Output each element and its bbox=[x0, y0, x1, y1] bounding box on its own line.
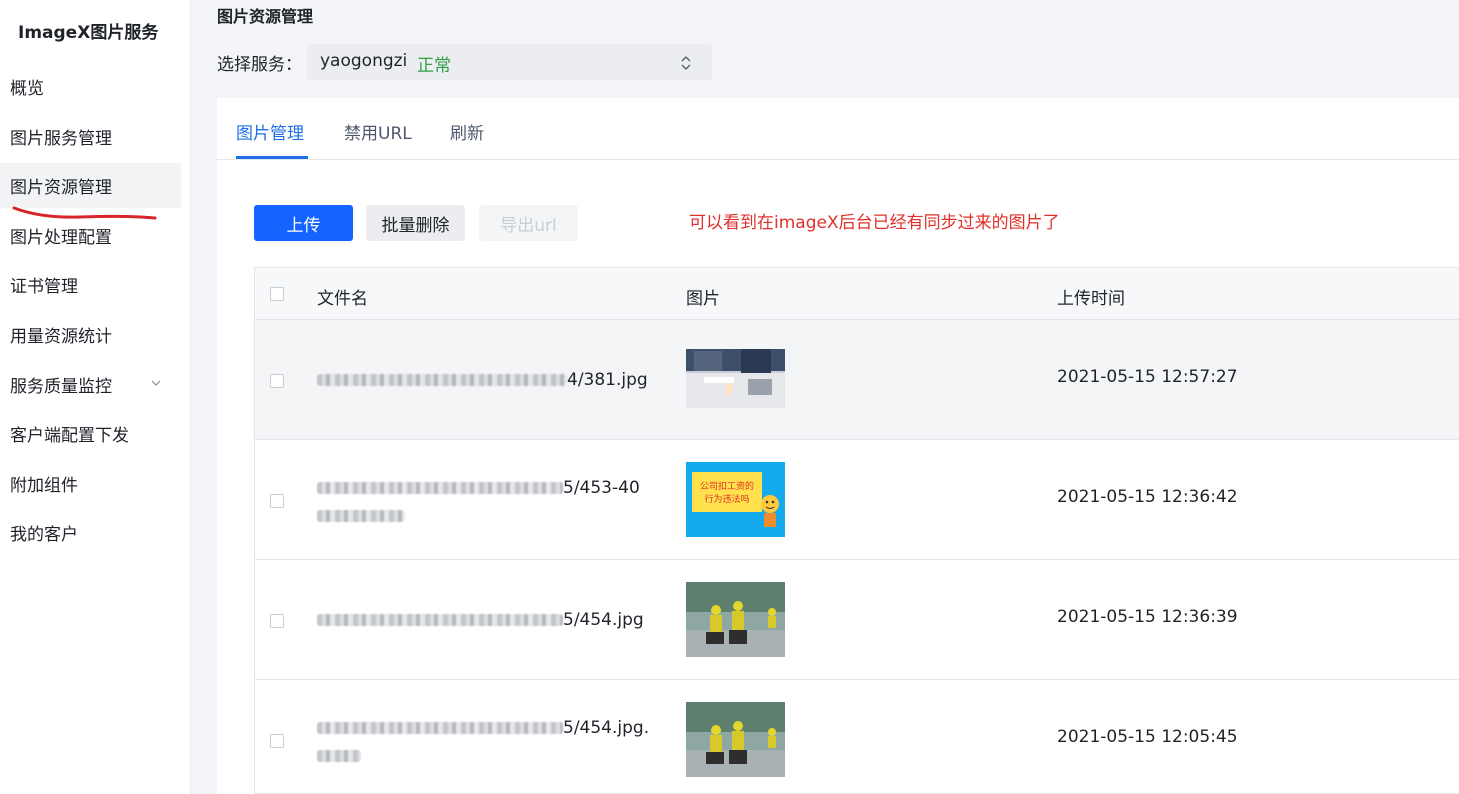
service-name: yaogongzi bbox=[320, 51, 408, 71]
sidebar-item-usage-stats[interactable]: 用量资源统计 bbox=[0, 312, 191, 357]
sidebar-item-overview[interactable]: 概览 bbox=[0, 64, 191, 109]
row-checkbox[interactable] bbox=[270, 494, 284, 508]
image-thumbnail[interactable] bbox=[686, 702, 785, 777]
image-thumbnail[interactable] bbox=[686, 349, 785, 408]
export-url-button[interactable]: 导出url bbox=[479, 205, 578, 241]
annotation-text: 可以看到在imageX后台已经有同步过来的图片了 bbox=[689, 213, 1060, 233]
annotation-underline bbox=[12, 206, 157, 220]
table-row[interactable]: 5/453-40 公司扣工资的 行为违法吗 2021-05-15 12:36:4… bbox=[255, 440, 1459, 560]
redacted-path bbox=[317, 750, 361, 762]
content-panel: 图片管理 禁用URL 刷新 上传 批量删除 导出url 可以看到在imageX后… bbox=[217, 98, 1459, 794]
table-row[interactable]: 5/454.jpg 2021-05-15 12:36:39 bbox=[255, 560, 1459, 680]
sidebar-item-label: 服务质量监控 bbox=[10, 376, 112, 397]
thumb-text: 公司扣工资的 bbox=[700, 480, 754, 492]
sidebar-item-addons[interactable]: 附加组件 bbox=[0, 461, 191, 506]
sidebar-item-image-service[interactable]: 图片服务管理 bbox=[0, 114, 191, 159]
service-select-label: 选择服务： bbox=[217, 55, 302, 75]
upload-button[interactable]: 上传 bbox=[254, 205, 353, 241]
select-updown-icon bbox=[681, 56, 691, 70]
image-table: 文件名 图片 上传时间 4/381.jpg 2021-05-15 12:57:2… bbox=[254, 267, 1459, 794]
redacted-path bbox=[317, 510, 405, 522]
sidebar-nav: 概览 图片服务管理 图片资源管理 图片处理配置 证书管理 用量资源统计 服务质量… bbox=[0, 64, 191, 560]
tab-banned-url[interactable]: 禁用URL bbox=[344, 119, 412, 144]
column-header-image: 图片 bbox=[686, 289, 720, 309]
tab-refresh[interactable]: 刷新 bbox=[450, 119, 484, 144]
select-all-checkbox[interactable] bbox=[270, 287, 284, 301]
sidebar-item-label: 概览 bbox=[10, 79, 44, 99]
sidebar-item-label: 图片服务管理 bbox=[10, 128, 112, 149]
tab-bar: 图片管理 禁用URL 刷新 bbox=[217, 98, 1459, 160]
sidebar-item-label: 证书管理 bbox=[10, 277, 78, 298]
tab-image-management[interactable]: 图片管理 bbox=[236, 119, 304, 144]
upload-time: 2021-05-15 12:36:39 bbox=[1057, 607, 1238, 627]
column-header-upload-time: 上传时间 bbox=[1057, 289, 1125, 309]
service-status-badge: 正常 bbox=[417, 56, 451, 76]
table-row[interactable]: 4/381.jpg 2021-05-15 12:57:27 bbox=[255, 320, 1459, 440]
row-checkbox[interactable] bbox=[270, 374, 284, 388]
row-checkbox[interactable] bbox=[270, 734, 284, 748]
file-name: 4/381.jpg bbox=[317, 366, 648, 394]
chevron-down-icon bbox=[151, 380, 161, 386]
file-name: 5/454.jpg bbox=[317, 606, 644, 634]
redacted-path bbox=[317, 614, 563, 626]
sidebar-item-client-config[interactable]: 客户端配置下发 bbox=[0, 411, 191, 456]
sidebar: ImageX图片服务 概览 图片服务管理 图片资源管理 图片处理配置 证书管理 … bbox=[0, 0, 191, 794]
column-header-filename: 文件名 bbox=[317, 289, 368, 309]
file-name: 5/454.jpg. bbox=[317, 714, 649, 770]
tab-active-indicator bbox=[236, 156, 308, 159]
row-checkbox[interactable] bbox=[270, 614, 284, 628]
upload-time: 2021-05-15 12:57:27 bbox=[1057, 367, 1238, 387]
file-name: 5/453-40 bbox=[317, 474, 640, 530]
service-select[interactable]: yaogongzi 正常 bbox=[307, 44, 712, 80]
sidebar-item-label: 图片处理配置 bbox=[10, 227, 112, 248]
sidebar-item-label: 客户端配置下发 bbox=[10, 426, 129, 447]
batch-delete-button[interactable]: 批量删除 bbox=[366, 205, 465, 241]
redacted-path bbox=[317, 374, 567, 386]
sidebar-item-my-customers[interactable]: 我的客户 bbox=[0, 510, 191, 555]
table-row[interactable]: 5/454.jpg. 2021-05-15 12:05:45 bbox=[255, 680, 1459, 793]
redacted-path bbox=[317, 482, 563, 494]
sidebar-item-certificates[interactable]: 证书管理 bbox=[0, 262, 191, 307]
redacted-path bbox=[317, 722, 563, 734]
image-thumbnail[interactable] bbox=[686, 582, 785, 657]
app-title: ImageX图片服务 bbox=[18, 23, 159, 43]
upload-time: 2021-05-15 12:36:42 bbox=[1057, 487, 1238, 507]
upload-time: 2021-05-15 12:05:45 bbox=[1057, 727, 1238, 747]
sidebar-item-label: 附加组件 bbox=[10, 475, 78, 496]
thumb-text: 行为违法吗 bbox=[704, 493, 749, 505]
sidebar-item-label: 用量资源统计 bbox=[10, 326, 112, 347]
sidebar-item-label: 我的客户 bbox=[10, 525, 78, 546]
sidebar-item-quality-monitor[interactable]: 服务质量监控 bbox=[0, 362, 191, 407]
sidebar-item-label: 图片资源管理 bbox=[10, 178, 112, 199]
page-title: 图片资源管理 bbox=[217, 7, 314, 26]
image-thumbnail[interactable]: 公司扣工资的 行为违法吗 bbox=[686, 462, 785, 537]
table-header: 文件名 图片 上传时间 bbox=[255, 268, 1459, 320]
